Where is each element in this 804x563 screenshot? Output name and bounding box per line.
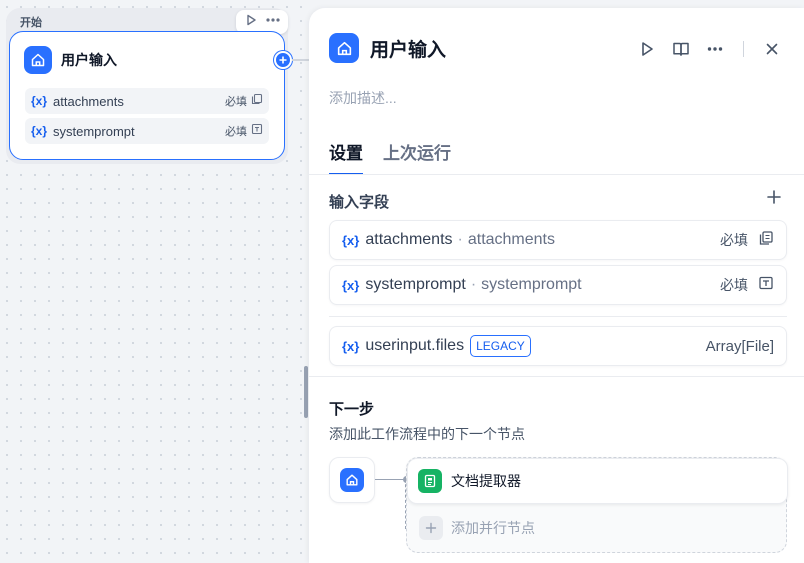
document-extractor-icon [418, 469, 442, 493]
field-alias: attachments [467, 231, 555, 248]
system-field-userinput-files: {x} userinput.files LEGACY Array[File] [329, 326, 787, 366]
panel-actions [625, 37, 784, 61]
tabs-divider [309, 174, 804, 175]
legacy-badge: LEGACY [470, 335, 531, 357]
workflow-canvas[interactable]: 开始 用户输入 {x} attachments 必填 {x} systempro… [0, 0, 310, 563]
variable-icon: {x} [342, 232, 360, 248]
book-icon[interactable] [669, 37, 693, 61]
tab-last-run[interactable]: 上次运行 [383, 139, 451, 175]
required-label: 必填 [720, 277, 748, 293]
description-input[interactable]: 添加描述... [329, 88, 397, 108]
field-name: systemprompt [365, 276, 466, 293]
next-step-title: 下一步 [329, 401, 375, 418]
current-node-icon [329, 457, 375, 503]
more-icon[interactable] [703, 37, 727, 61]
field-separator: · [457, 231, 463, 248]
panel-tabs: 设置 上次运行 [329, 139, 471, 175]
variable-name: attachments [53, 93, 124, 109]
home-icon [24, 46, 52, 74]
node-variable-attachments: {x} attachments 必填 [25, 88, 269, 114]
node-settings-panel: 用户输入 添加描述... 设置 上次运行 输入字段 {x} attachment… [309, 8, 804, 563]
panel-header: 用户输入 [329, 33, 446, 63]
input-field-attachments[interactable]: {x} attachments · attachments 必填 [329, 220, 787, 260]
field-name: attachments [365, 231, 453, 248]
section-divider [309, 376, 804, 377]
text-input-icon [251, 122, 263, 140]
divider [743, 41, 744, 57]
play-icon[interactable] [244, 13, 258, 32]
required-label: 必填 [225, 96, 247, 108]
required-label: 必填 [720, 232, 748, 248]
node-title: 用户输入 [61, 52, 117, 68]
required-label: 必填 [225, 126, 247, 138]
divider [329, 316, 787, 317]
edge-line [292, 59, 310, 61]
file-list-icon [251, 92, 263, 110]
variable-icon: {x} [31, 94, 48, 108]
more-icon[interactable] [265, 13, 281, 32]
next-node-list: 文档提取器 添加并行节点 [406, 457, 788, 553]
text-input-icon [758, 275, 774, 296]
close-icon[interactable] [760, 37, 784, 61]
next-step-area: 文档提取器 添加并行节点 [329, 457, 788, 553]
field-name: userinput.files [365, 337, 465, 354]
field-type: Array[File] [705, 337, 774, 355]
field-separator: · [470, 276, 477, 293]
variable-name: systemprompt [53, 123, 135, 139]
home-icon [340, 468, 364, 492]
panel-resize-handle[interactable] [304, 366, 308, 418]
variable-icon: {x} [342, 277, 360, 293]
input-field-systemprompt[interactable]: {x} systemprompt · systemprompt 必填 [329, 265, 787, 305]
play-icon[interactable] [635, 37, 659, 61]
start-label: 开始 [20, 17, 42, 29]
plus-icon [419, 516, 443, 540]
add-parallel-label: 添加并行节点 [451, 520, 535, 536]
node-variable-systemprompt: {x} systemprompt 必填 [25, 118, 269, 144]
input-fields-title: 输入字段 [329, 194, 390, 211]
panel-title[interactable]: 用户输入 [370, 35, 446, 62]
variable-icon: {x} [31, 124, 48, 138]
file-list-icon [758, 230, 774, 251]
home-icon [329, 33, 359, 63]
next-node-document-extractor[interactable]: 文档提取器 [407, 458, 788, 504]
add-parallel-node-button[interactable]: 添加并行节点 [419, 516, 535, 540]
node-header: 用户输入 [24, 46, 117, 74]
field-alias: systemprompt [481, 276, 582, 293]
start-node-card[interactable]: 用户输入 {x} attachments 必填 {x} systemprompt… [9, 31, 285, 160]
add-next-node-handle[interactable] [274, 51, 292, 69]
tab-settings[interactable]: 设置 [329, 139, 363, 175]
next-step-subtitle: 添加此工作流程中的下一个节点 [329, 426, 525, 442]
next-node-name: 文档提取器 [451, 473, 521, 489]
variable-icon: {x} [342, 338, 360, 354]
add-field-icon[interactable] [766, 189, 782, 210]
